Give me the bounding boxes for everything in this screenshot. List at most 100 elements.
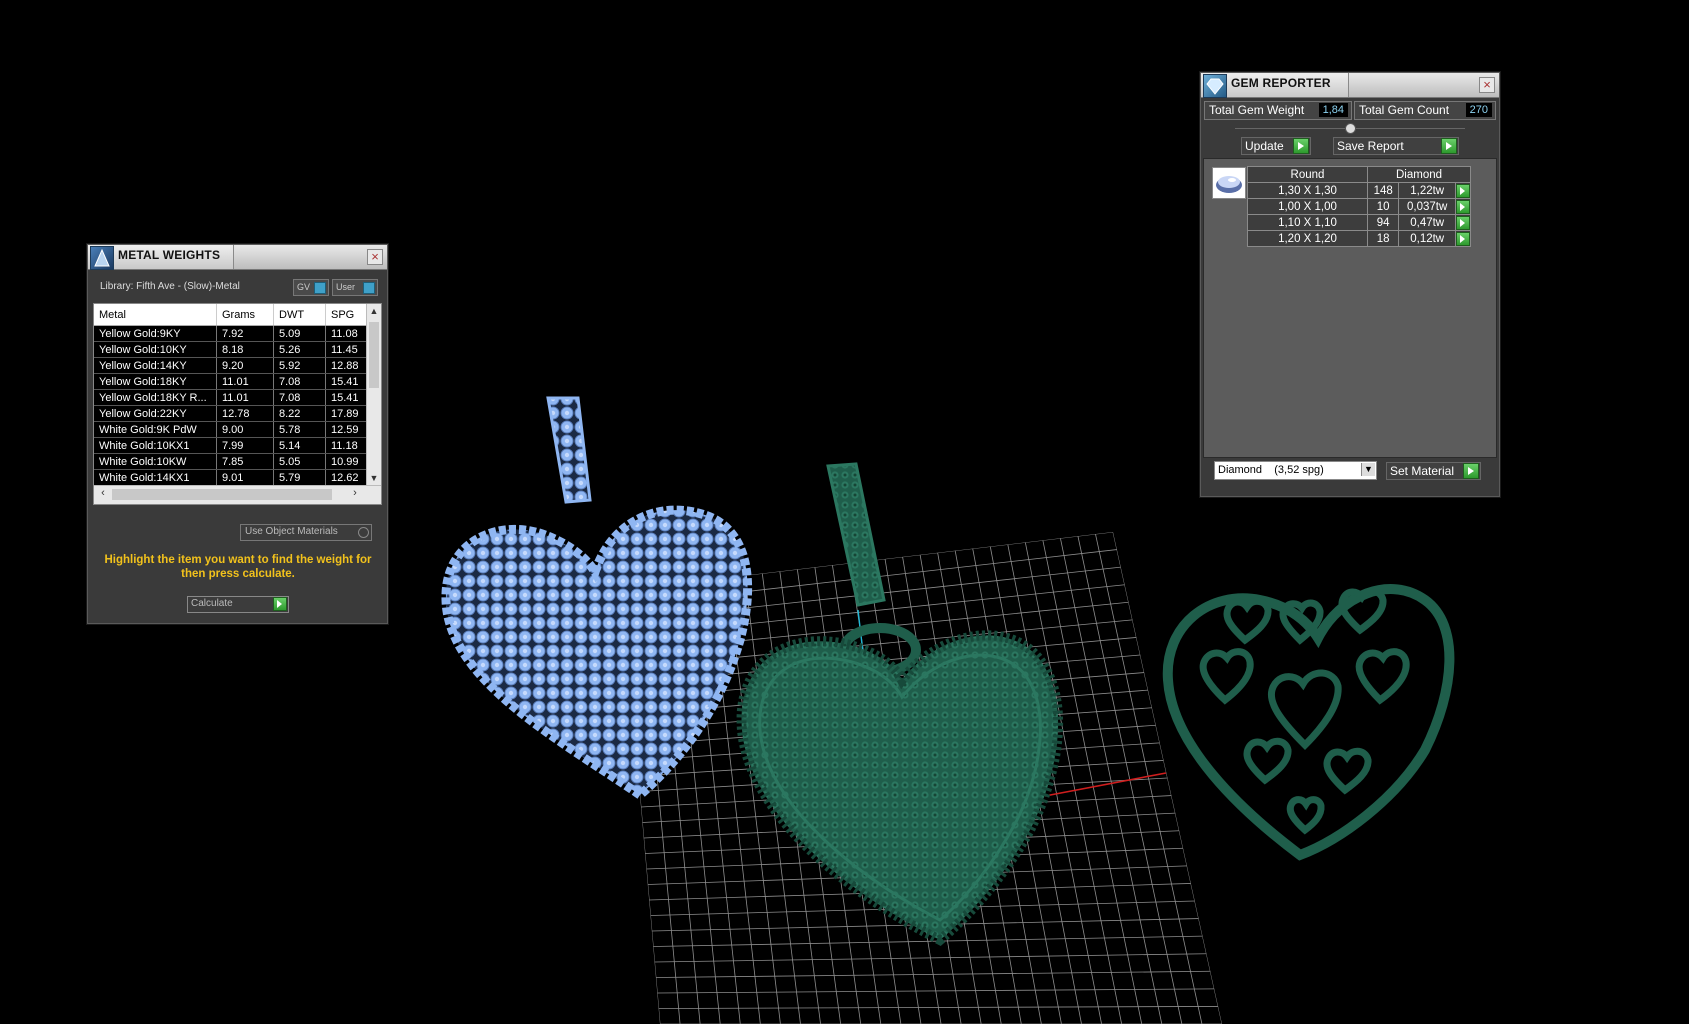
scroll-left-icon[interactable]: ‹: [96, 487, 110, 499]
horizontal-scrollbar[interactable]: ‹ ›: [94, 485, 381, 504]
calculate-button[interactable]: Calculate: [187, 596, 289, 613]
save-report-button[interactable]: Save Report: [1333, 137, 1459, 155]
size-cell: 1,30 X 1,30: [1247, 182, 1368, 199]
grams-cell: 9.20: [216, 357, 274, 374]
gem-reporter-panel: GEM REPORTER × Total Gem Weight 1,84 Tot…: [1200, 72, 1500, 497]
collapse-handle-icon[interactable]: [1345, 123, 1356, 134]
diamond-thumbnail-icon[interactable]: [1212, 167, 1246, 199]
total-gem-count: Total Gem Count 270: [1354, 101, 1496, 120]
col-grams[interactable]: Grams: [216, 304, 274, 326]
play-arrow-icon[interactable]: [1463, 463, 1479, 479]
table-row[interactable]: White Gold:14KX1 9.01 5.79 12.62: [94, 469, 377, 486]
metal-weights-titlebar[interactable]: METAL WEIGHTS ×: [88, 245, 387, 270]
chevron-down-icon[interactable]: ▼: [1361, 463, 1375, 476]
save-report-label: Save Report: [1337, 139, 1404, 153]
count-cell: 18: [1366, 230, 1400, 247]
col-dwt[interactable]: DWT: [273, 304, 326, 326]
dwt-cell: 5.14: [273, 437, 326, 454]
metal-cell: Yellow Gold:18KY R...: [94, 389, 217, 406]
table-row[interactable]: Yellow Gold:14KY 9.20 5.92 12.88: [94, 357, 377, 374]
use-object-materials-toggle[interactable]: Use Object Materials: [240, 524, 372, 541]
dwt-cell: 5.92: [273, 357, 326, 374]
row-action-cell[interactable]: [1455, 230, 1471, 247]
total-gem-count-value: 270: [1465, 103, 1492, 117]
total-gem-weight: Total Gem Weight 1,84: [1204, 101, 1352, 120]
count-cell: 94: [1366, 214, 1400, 231]
grams-cell: 8.18: [216, 341, 274, 358]
close-icon[interactable]: ×: [367, 249, 383, 265]
play-arrow-icon[interactable]: [273, 597, 287, 611]
gem-reporter-icon: [1203, 74, 1227, 98]
gem-row[interactable]: 1,30 X 1,30 148 1,22tw: [1247, 182, 1471, 199]
hscroll-thumb[interactable]: [112, 489, 332, 500]
scroll-right-icon[interactable]: ›: [348, 487, 362, 499]
table-row[interactable]: Yellow Gold:18KY R... 11.01 7.08 15.41: [94, 389, 377, 406]
table-row[interactable]: White Gold:9K PdW 9.00 5.78 12.59: [94, 421, 377, 438]
metal-cell: Yellow Gold:22KY: [94, 405, 217, 422]
grams-cell: 7.99: [216, 437, 274, 454]
material-select[interactable]: Diamond (3,52 spg) ▼: [1214, 461, 1377, 480]
play-arrow-icon[interactable]: [1456, 215, 1470, 230]
dwt-cell: 5.09: [273, 325, 326, 342]
metal-cell: White Gold:10KX1: [94, 437, 217, 454]
col-metal[interactable]: Metal: [94, 304, 217, 326]
table-row[interactable]: Yellow Gold:10KY 8.18 5.26 11.45: [94, 341, 377, 358]
size-cell: 1,10 X 1,10: [1247, 214, 1368, 231]
vertical-scrollbar[interactable]: ▲ ▼: [366, 304, 381, 485]
gem-row[interactable]: 1,10 X 1,10 94 0,47tw: [1247, 214, 1471, 231]
total-gem-weight-value: 1,84: [1318, 103, 1348, 117]
metal-weights-panel: METAL WEIGHTS × Library: Fifth Ave - (Sl…: [87, 244, 388, 624]
row-action-cell[interactable]: [1455, 198, 1471, 215]
gem-row[interactable]: 1,20 X 1,20 18 0,12tw: [1247, 230, 1471, 247]
size-cell: 1,20 X 1,20: [1247, 230, 1368, 247]
dwt-cell: 8.22: [273, 405, 326, 422]
metal-cell: Yellow Gold:10KY: [94, 341, 217, 358]
total-gem-count-label: Total Gem Count: [1359, 103, 1450, 117]
close-icon[interactable]: ×: [1479, 77, 1495, 93]
user-indicator: [363, 282, 375, 294]
set-material-label: Set Material: [1390, 464, 1455, 478]
dwt-cell: 5.78: [273, 421, 326, 438]
set-material-button[interactable]: Set Material: [1386, 462, 1481, 480]
table-row[interactable]: Yellow Gold:22KY 12.78 8.22 17.89: [94, 405, 377, 422]
row-action-cell[interactable]: [1455, 214, 1471, 231]
scroll-down-icon[interactable]: ▼: [367, 471, 381, 485]
dwt-cell: 5.05: [273, 453, 326, 470]
play-arrow-icon[interactable]: [1456, 199, 1470, 214]
metal-cell: White Gold:9K PdW: [94, 421, 217, 438]
metal-cell: Yellow Gold:9KY: [94, 325, 217, 342]
table-row[interactable]: Yellow Gold:18KY 11.01 7.08 15.41: [94, 373, 377, 390]
col-shape: Round: [1247, 166, 1368, 183]
instruction-text: Highlight the item you want to find the …: [104, 554, 372, 580]
scroll-thumb[interactable]: [369, 322, 379, 388]
table-row[interactable]: White Gold:10KW 7.85 5.05 10.99: [94, 453, 377, 470]
metal-table-container[interactable]: Metal Grams DWT SPG Yellow Gold:9KY 7.92 5…: [93, 303, 382, 505]
weight-cell: 0,47tw: [1398, 214, 1456, 231]
update-label: Update: [1245, 139, 1284, 153]
material-select-value: Diamond (3,52 spg): [1218, 464, 1324, 476]
update-button[interactable]: Update: [1241, 137, 1311, 155]
size-cell: 1,00 X 1,00: [1247, 198, 1368, 215]
user-toggle[interactable]: User: [332, 279, 378, 296]
library-label: Library: Fifth Ave - (Slow)-Metal: [100, 281, 240, 292]
dwt-cell: 7.08: [273, 389, 326, 406]
grams-cell: 11.01: [216, 389, 274, 406]
grams-cell: 12.78: [216, 405, 274, 422]
play-arrow-icon[interactable]: [1456, 183, 1470, 198]
scroll-up-icon[interactable]: ▲: [367, 304, 381, 318]
weight-cell: 0,037tw: [1398, 198, 1456, 215]
gv-toggle[interactable]: GV: [293, 279, 329, 296]
table-row[interactable]: Yellow Gold:9KY 7.92 5.09 11.08: [94, 325, 377, 342]
gem-reporter-titlebar[interactable]: GEM REPORTER ×: [1201, 73, 1499, 98]
play-arrow-icon[interactable]: [1441, 138, 1457, 154]
radio-indicator: [358, 527, 369, 538]
metal-cell: White Gold:10KW: [94, 453, 217, 470]
row-action-cell[interactable]: [1455, 182, 1471, 199]
weight-cell: 1,22tw: [1398, 182, 1456, 199]
filigree-heart-pendant[interactable]: [1162, 584, 1455, 861]
gem-row[interactable]: 1,00 X 1,00 10 0,037tw: [1247, 198, 1471, 215]
table-row[interactable]: White Gold:10KX1 7.99 5.14 11.18: [94, 437, 377, 454]
play-arrow-icon[interactable]: [1456, 231, 1470, 246]
play-arrow-icon[interactable]: [1293, 138, 1309, 154]
metal-cell: White Gold:14KX1: [94, 469, 217, 486]
